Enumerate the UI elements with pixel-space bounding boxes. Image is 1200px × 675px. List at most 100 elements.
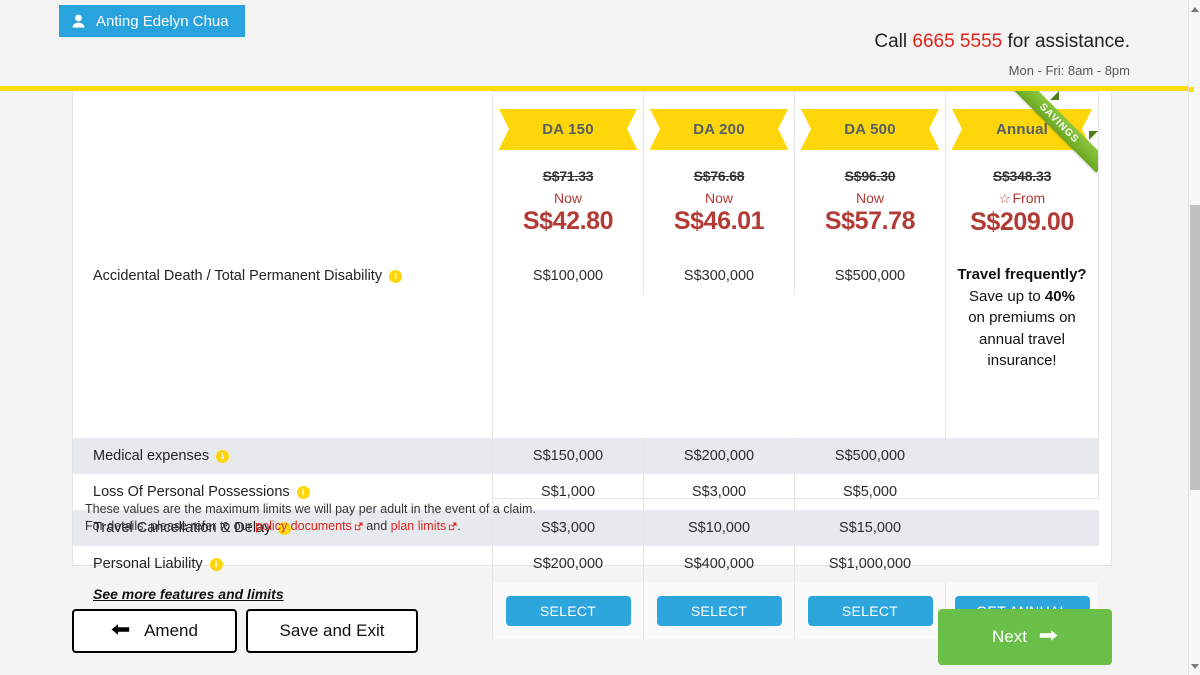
amend-button-label: Amend bbox=[144, 621, 198, 640]
feature-value-cell: S$3,000 bbox=[643, 474, 794, 510]
price-current: S$46.01 bbox=[673, 207, 765, 235]
price-now-label-text: From bbox=[1012, 190, 1046, 206]
arrow-right-icon bbox=[1039, 627, 1058, 647]
save-exit-button-label: Save and Exit bbox=[279, 621, 385, 640]
assistance-phone-line: Call 6665 5555 for assistance. bbox=[874, 31, 1130, 53]
annual-promo-line5: insurance! bbox=[987, 352, 1057, 369]
table-row: Accidental Death / Total Permanent Disab… bbox=[73, 258, 1099, 438]
feature-value-cell: S$10,000 bbox=[643, 510, 794, 546]
annual-promo-line2-pre: Save up to bbox=[969, 287, 1045, 305]
page-scrollbar[interactable] bbox=[1188, 0, 1200, 675]
plan-comparison-table: DA 150 S$71.33 Now S$42.80 DA 200 S$76.6… bbox=[73, 91, 1099, 639]
feature-value-cell: S$300,000 bbox=[643, 258, 794, 294]
plan-name-label: DA 500 bbox=[844, 121, 896, 138]
annual-promo-line1: Travel frequently? bbox=[957, 266, 1087, 283]
select-cell-da200: SELECT bbox=[643, 582, 794, 639]
page-root: Anting Edelyn Chua Call 6665 5555 for as… bbox=[0, 0, 1200, 675]
price-current: S$57.78 bbox=[824, 207, 916, 235]
user-account-button[interactable]: Anting Edelyn Chua bbox=[59, 5, 245, 37]
feature-value-cell: S$5,000 bbox=[794, 474, 945, 510]
plan-name-label: DA 200 bbox=[693, 121, 745, 138]
price-original: S$96.30 bbox=[844, 168, 896, 184]
price-current: S$42.80 bbox=[522, 207, 614, 235]
info-icon[interactable]: i bbox=[296, 485, 310, 499]
info-icon[interactable]: i bbox=[389, 269, 403, 283]
price-now-label: Now bbox=[553, 190, 582, 206]
annual-promo-percent: 40% bbox=[1044, 287, 1075, 305]
feature-header-cell bbox=[73, 91, 492, 258]
footnote-middle: and bbox=[362, 519, 391, 533]
price-original: S$76.68 bbox=[693, 168, 745, 184]
page-header: Anting Edelyn Chua Call 6665 5555 for as… bbox=[0, 0, 1188, 86]
feature-value-cell: S$15,000 bbox=[794, 510, 945, 546]
plan-header-annual: SAVINGS Annual S$348.33 ☆ From S$209.00 bbox=[945, 91, 1098, 258]
feature-label: Medical expenses bbox=[93, 448, 210, 464]
feature-label: Loss Of Personal Possessions bbox=[93, 484, 290, 500]
plan-header-da150: DA 150 S$71.33 Now S$42.80 bbox=[492, 91, 643, 258]
plan-name-badge: DA 200 bbox=[650, 109, 788, 150]
info-icon[interactable]: i bbox=[216, 449, 230, 463]
footnote-prefix: For details, please refer to our bbox=[85, 519, 256, 533]
scroll-up-button[interactable] bbox=[1189, 2, 1200, 16]
annual-promo-line3: on premiums on bbox=[968, 309, 1076, 326]
plan-name-label: DA 150 bbox=[542, 121, 594, 138]
feature-value-cell: S$100,000 bbox=[492, 258, 643, 294]
person-icon bbox=[71, 14, 85, 29]
call-suffix-label: for assistance. bbox=[1002, 31, 1130, 52]
plan-header-da200: DA 200 S$76.68 Now S$46.01 bbox=[643, 91, 794, 258]
info-icon[interactable]: i bbox=[209, 557, 223, 571]
external-link-icon bbox=[354, 519, 363, 531]
price-now-label: ☆ From bbox=[946, 190, 1098, 207]
see-more-features-link[interactable]: See more features and limits bbox=[93, 586, 284, 602]
feature-value-cell: S$1,000,000 bbox=[794, 546, 945, 582]
table-row: Personal Liability i S$200,000 S$400,000… bbox=[73, 546, 1099, 582]
footnote-line-1: These values are the maximum limits we w… bbox=[85, 502, 536, 516]
price-original: S$348.33 bbox=[992, 168, 1052, 184]
plan-name-badge: DA 150 bbox=[499, 109, 637, 150]
feature-value-cell: S$150,000 bbox=[492, 438, 643, 474]
feature-value-cell: S$200,000 bbox=[643, 438, 794, 474]
feature-value-cell: S$200,000 bbox=[492, 546, 643, 582]
table-header-row: DA 150 S$71.33 Now S$42.80 DA 200 S$76.6… bbox=[73, 91, 1099, 258]
plan-price-block: S$76.68 Now S$46.01 bbox=[644, 150, 794, 236]
feature-label: Accidental Death / Total Permanent Disab… bbox=[93, 268, 383, 284]
price-now-label: Now bbox=[855, 190, 884, 206]
scroll-down-button[interactable] bbox=[1189, 659, 1200, 673]
feature-value-cell: S$500,000 bbox=[794, 438, 945, 474]
price-current: S$209.00 bbox=[970, 208, 1074, 236]
select-cell-da500: SELECT bbox=[794, 582, 945, 639]
select-button-da200[interactable]: SELECT bbox=[656, 595, 782, 626]
policy-documents-link[interactable]: policy documents bbox=[255, 519, 352, 533]
annual-promo-line2: Save up to 40% bbox=[954, 286, 1090, 308]
arrow-left-icon bbox=[111, 621, 130, 641]
select-button-da150[interactable]: SELECT bbox=[505, 595, 631, 626]
select-button-da500[interactable]: SELECT bbox=[807, 595, 933, 626]
feature-label-cell: Medical expenses i bbox=[73, 438, 492, 474]
scrollbar-accent-mark bbox=[1189, 87, 1194, 92]
footnote-period: . bbox=[457, 519, 461, 533]
business-hours-label: Mon - Fri: 8am - 8pm bbox=[1008, 63, 1130, 78]
plan-header-da500: DA 500 S$96.30 Now S$57.78 bbox=[794, 91, 945, 258]
next-button[interactable]: Next bbox=[938, 609, 1112, 665]
plans-card: DA 150 S$71.33 Now S$42.80 DA 200 S$76.6… bbox=[72, 91, 1112, 639]
ribbon-tail-left bbox=[1050, 91, 1059, 100]
plan-name-badge: DA 500 bbox=[801, 109, 939, 150]
feature-label-cell: Personal Liability i bbox=[73, 546, 492, 582]
feature-label-cell: Accidental Death / Total Permanent Disab… bbox=[73, 258, 492, 294]
plan-name-badge: Annual bbox=[952, 109, 1092, 150]
table-footnote: These values are the maximum limits we w… bbox=[85, 501, 536, 535]
amend-button[interactable]: Amend bbox=[72, 609, 237, 653]
user-name-label: Anting Edelyn Chua bbox=[96, 12, 229, 30]
select-cell-da150: SELECT bbox=[492, 582, 643, 639]
plan-price-block: S$348.33 ☆ From S$209.00 bbox=[946, 150, 1098, 237]
plan-limits-link[interactable]: plan limits bbox=[391, 519, 447, 533]
scrollbar-thumb[interactable] bbox=[1190, 205, 1200, 490]
plan-price-block: S$71.33 Now S$42.80 bbox=[493, 150, 643, 236]
plan-name-label: Annual bbox=[995, 121, 1049, 138]
price-original: S$71.33 bbox=[542, 168, 594, 184]
call-prefix-label: Call bbox=[874, 31, 913, 52]
phone-number[interactable]: 6665 5555 bbox=[912, 31, 1002, 52]
price-now-label: Now bbox=[704, 190, 733, 206]
feature-label: Personal Liability bbox=[93, 556, 203, 572]
save-and-exit-button[interactable]: Save and Exit bbox=[246, 609, 418, 653]
